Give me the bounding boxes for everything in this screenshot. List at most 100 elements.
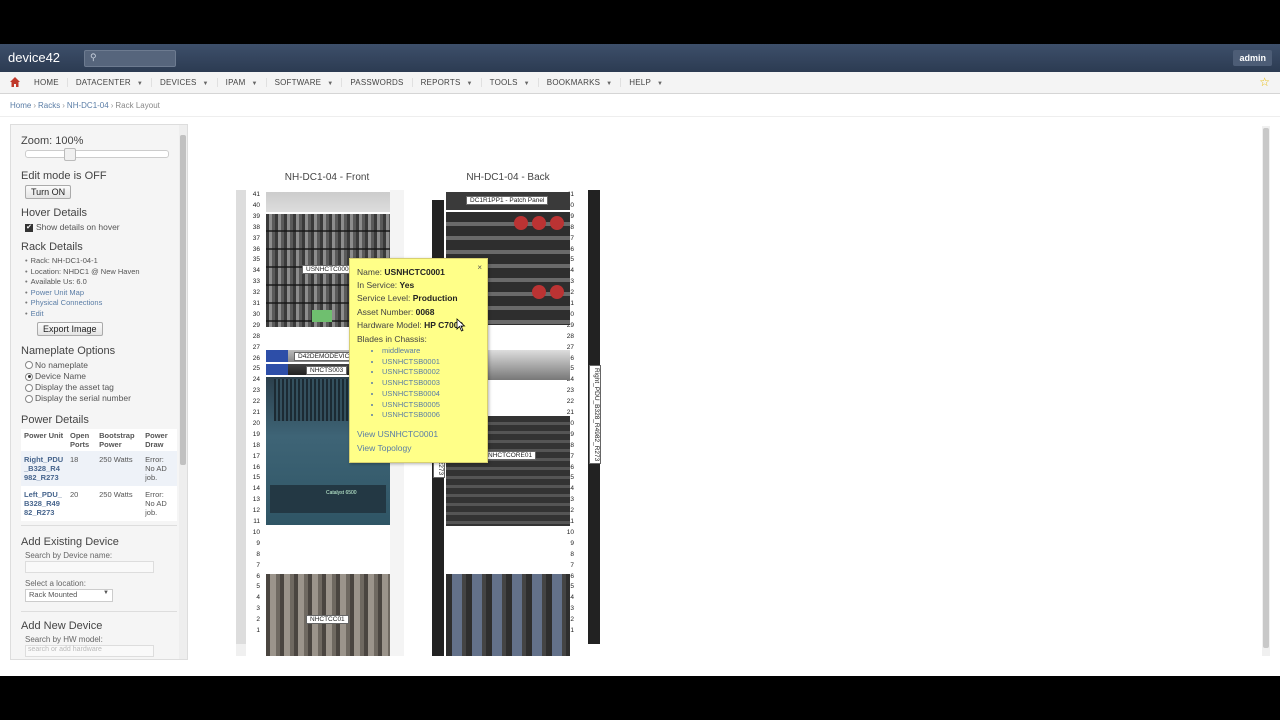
sidebar-scrollbar[interactable] <box>179 125 187 659</box>
page-scroll-thumb[interactable] <box>1263 128 1269 648</box>
nav-item-devices[interactable]: DEVICES ▼ <box>151 78 217 87</box>
radio-icon[interactable] <box>25 395 33 404</box>
divider <box>0 116 1280 117</box>
power-unit-map-link[interactable]: Power Unit Map <box>31 288 84 297</box>
blade-link[interactable]: middleware <box>382 346 440 357</box>
nav-item-label: IPAM <box>225 78 246 87</box>
export-image-button[interactable]: Export Image <box>37 321 103 336</box>
app-frame: device42 ⚲ admin HOME DATACENTER ▼ DEVICES ▼… <box>0 44 1280 676</box>
rack-details-heading: Rack Details <box>21 241 83 253</box>
radio-icon[interactable] <box>25 383 33 392</box>
tooltip-asset: 0068 <box>415 307 435 317</box>
unit-number: 19 <box>252 430 260 438</box>
right-pdu-label[interactable]: Right_PDU_B328_R4982_R273 <box>589 365 601 465</box>
fan-icon <box>532 285 546 299</box>
nav-item-label: DATACENTER <box>75 78 131 87</box>
tooltip-level-label: Service Level: <box>357 293 411 303</box>
power-unit-link[interactable]: Left_PDU_B328_R4982_R273 <box>21 485 67 521</box>
power-draw: Error: No AD job. <box>142 450 177 486</box>
unit-number: 9 <box>570 539 574 547</box>
unit-number: 10 <box>252 528 260 536</box>
unit-number: 30 <box>252 310 260 318</box>
radio-icon[interactable] <box>25 361 33 370</box>
nav-item-help[interactable]: HELP ▼ <box>620 78 671 87</box>
page-scrollbar[interactable] <box>1262 126 1270 656</box>
nav-item-passwords[interactable]: PASSWORDS <box>341 78 411 87</box>
chevron-down-icon: ▼ <box>327 81 334 87</box>
nav-item-reports[interactable]: REPORTS ▼ <box>411 78 481 87</box>
power-unit-link[interactable]: Right_PDU_B328_R4982_R273 <box>21 450 67 486</box>
blade-link[interactable]: USNHCTSB0004 <box>382 389 440 400</box>
rack-name: Rack: NH-DC1-04-1 <box>25 256 177 267</box>
hover-details-checkbox[interactable]: ✔ Show details on hover <box>25 222 177 232</box>
physical-connections-link[interactable]: Physical Connections <box>31 298 103 307</box>
cursor-icon <box>456 318 466 332</box>
power-details-table: Power Unit Open Ports Bootstrap Power Po… <box>21 428 177 521</box>
power-details-heading: Power Details <box>21 413 89 426</box>
view-device-link[interactable]: View USNHCTC0001 <box>357 429 438 439</box>
add-new-heading: Add New Device <box>21 619 103 632</box>
unit-number: 41 <box>252 191 260 198</box>
nav-item-software[interactable]: SOFTWARE ▼ <box>265 78 342 87</box>
tooltip-name-label: Name: <box>357 267 383 277</box>
search-hw-input[interactable]: search or add hardware <box>25 644 154 657</box>
table-row: Right_PDU_B328_R4982_R273 18 250 Watts E… <box>21 450 177 486</box>
edit-rack-link[interactable]: Edit <box>31 309 44 318</box>
checkbox-checked-icon[interactable]: ✔ <box>25 223 33 232</box>
nav-item-datacenter[interactable]: DATACENTER ▼ <box>66 78 151 87</box>
unit-number: 34 <box>252 267 260 275</box>
blade-link[interactable]: USNHCTSB0002 <box>382 367 440 378</box>
rack-available-units: Available Us: 6.0 <box>25 277 177 288</box>
nav-item-home[interactable]: HOME <box>26 78 67 87</box>
nameplate-option[interactable]: Display the serial number <box>25 393 177 404</box>
device-label[interactable]: DC1R1PP1 - Patch Panel <box>466 196 549 205</box>
zoom-slider[interactable] <box>25 148 169 161</box>
zoom-slider-handle[interactable] <box>64 148 76 161</box>
radio-icon[interactable] <box>25 372 33 381</box>
close-icon[interactable]: × <box>477 263 482 272</box>
app-logo[interactable]: device42 <box>8 50 60 65</box>
nav-item-tools[interactable]: TOOLS ▼ <box>480 78 538 87</box>
user-menu-button[interactable]: admin <box>1233 50 1272 66</box>
sidebar-scroll-thumb[interactable] <box>180 135 186 465</box>
device-label[interactable]: NHCTCC01 <box>306 615 349 624</box>
back-rack-title: NH-DC1-04 - Back <box>466 172 550 183</box>
blade-link[interactable]: USNHCTSB0003 <box>382 378 440 389</box>
nav-item-ipam[interactable]: IPAM ▼ <box>216 78 266 87</box>
device-label[interactable]: NHCTCORE01 <box>484 451 537 460</box>
chassis-led-panel <box>312 310 332 322</box>
breadcrumb-home[interactable]: Home <box>10 101 31 110</box>
turn-on-button[interactable]: Turn ON <box>25 185 72 199</box>
nameplate-options-heading: Nameplate Options <box>21 344 116 357</box>
blade-link[interactable]: USNHCTSB0006 <box>382 410 440 421</box>
rack-sidebar: Zoom: 100% Edit mode is OFF Turn ON Hove… <box>10 124 188 660</box>
rack-device-back-blades[interactable] <box>446 574 570 656</box>
add-existing-heading: Add Existing Device <box>21 535 119 548</box>
chevron-down-icon: ▼ <box>103 589 109 596</box>
location-select[interactable]: Rack Mounted ▼ <box>25 588 113 602</box>
nameplate-option[interactable]: No nameplate <box>25 360 177 371</box>
device-label[interactable]: NHCTS003 <box>306 366 348 375</box>
blade-link[interactable]: USNHCTSB0005 <box>382 400 440 411</box>
hover-details-heading: Hover Details <box>21 207 88 219</box>
unit-number: 28 <box>566 332 574 340</box>
breadcrumb-racks[interactable]: Racks <box>38 101 60 110</box>
fan-icon <box>550 285 564 299</box>
search-device-input[interactable] <box>25 560 154 573</box>
nameplate-option[interactable]: Display the asset tag <box>25 382 177 393</box>
breadcrumb-rack[interactable]: NH-DC1-04 <box>67 101 109 110</box>
bookmark-star-icon[interactable]: ☆ <box>1259 75 1270 89</box>
unit-number: 23 <box>252 387 260 395</box>
tooltip-service-label: In Service: <box>357 280 398 290</box>
rack-device[interactable] <box>266 192 390 212</box>
nameplate-option[interactable]: Device Name <box>25 371 177 382</box>
view-topology-link[interactable]: View Topology <box>357 443 412 453</box>
unit-number: 22 <box>252 398 260 406</box>
unit-number: 31 <box>252 300 260 307</box>
unit-number: 3 <box>256 605 260 613</box>
unit-number: 16 <box>252 463 260 471</box>
nav-item-bookmarks[interactable]: BOOKMARKS ▼ <box>537 78 621 87</box>
global-search-input[interactable]: ⚲ <box>84 50 176 67</box>
home-icon[interactable] <box>9 76 21 88</box>
blade-link[interactable]: USNHCTSB0001 <box>382 357 440 368</box>
